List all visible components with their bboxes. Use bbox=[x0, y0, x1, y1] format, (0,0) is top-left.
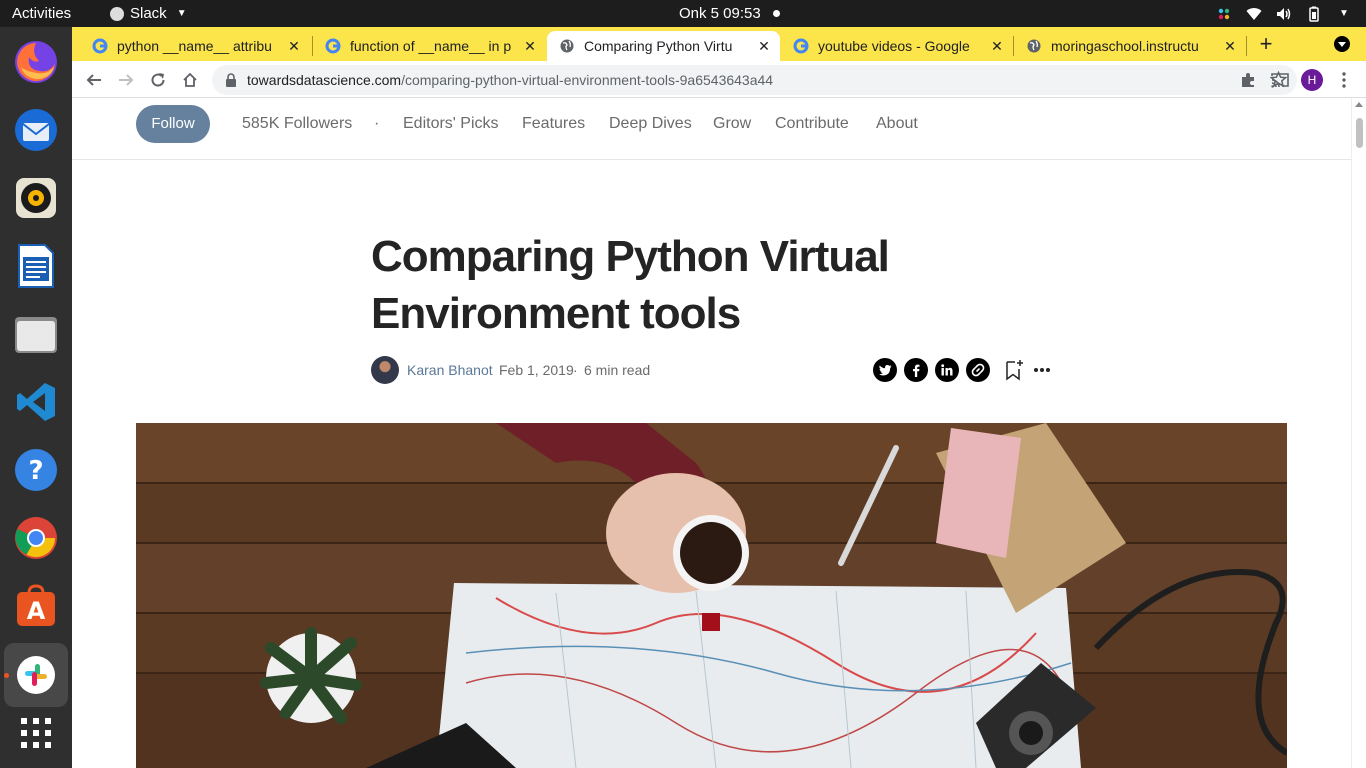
nav-link-features[interactable]: Features bbox=[522, 115, 585, 133]
svg-text:?: ? bbox=[28, 456, 43, 486]
tab-strip: python __name__ attribu ✕ function of __… bbox=[72, 27, 1366, 61]
system-tray[interactable]: ▼ bbox=[1216, 0, 1352, 27]
notification-dot bbox=[773, 10, 780, 17]
url-host: towardsdatascience.com bbox=[247, 72, 402, 88]
volume-icon[interactable] bbox=[1276, 6, 1292, 22]
reload-icon[interactable] bbox=[144, 66, 172, 94]
caret-down-icon: ▼ bbox=[176, 8, 187, 19]
slack-icon[interactable] bbox=[12, 651, 60, 699]
bookmark-add-icon[interactable] bbox=[1004, 358, 1024, 382]
app-menu-label: Slack bbox=[130, 5, 167, 22]
twitter-icon[interactable] bbox=[873, 358, 897, 382]
globe-favicon-icon bbox=[1027, 39, 1041, 53]
page-viewport: Follow 585K Followers · Editors' Picks F… bbox=[72, 98, 1366, 768]
running-indicator bbox=[4, 673, 9, 678]
tab-moringaschool[interactable]: moringaschool.instructu ✕ bbox=[1014, 31, 1246, 61]
tab-python-name-attribute[interactable]: python __name__ attribu ✕ bbox=[80, 31, 310, 61]
files-icon[interactable] bbox=[12, 310, 60, 358]
close-tab-icon[interactable]: ✕ bbox=[1222, 38, 1238, 55]
tab-title: youtube videos - Google bbox=[818, 38, 970, 54]
tab-title: moringaschool.instructu bbox=[1051, 38, 1199, 54]
rhythmbox-icon[interactable] bbox=[12, 174, 60, 222]
battery-icon[interactable] bbox=[1306, 6, 1322, 22]
extensions-icon[interactable] bbox=[1234, 66, 1262, 94]
link-icon[interactable] bbox=[966, 358, 990, 382]
more-options-icon[interactable] bbox=[1032, 358, 1052, 382]
facebook-icon[interactable] bbox=[904, 358, 928, 382]
google-favicon-icon bbox=[92, 38, 108, 54]
meta-separator: · bbox=[573, 362, 578, 378]
globe-favicon-icon bbox=[560, 39, 574, 53]
scrollbar-thumb[interactable] bbox=[1356, 118, 1363, 148]
post-date: Feb 1, 2019 bbox=[499, 362, 574, 378]
show-applications-icon[interactable] bbox=[12, 709, 60, 757]
chrome-icon[interactable] bbox=[12, 514, 60, 562]
address-bar[interactable]: towardsdatascience.com/comparing-python-… bbox=[212, 65, 1297, 95]
google-favicon-icon bbox=[325, 38, 341, 54]
publication-nav: Follow 585K Followers · Editors' Picks F… bbox=[72, 98, 1351, 160]
google-favicon-icon bbox=[793, 38, 809, 54]
activities-button[interactable]: Activities bbox=[12, 0, 71, 27]
clock[interactable]: Onk 5 09:53 bbox=[679, 0, 761, 27]
wifi-icon[interactable] bbox=[1246, 6, 1262, 22]
vertical-scrollbar[interactable] bbox=[1351, 98, 1366, 768]
forward-icon[interactable] bbox=[112, 66, 140, 94]
home-icon[interactable] bbox=[176, 66, 204, 94]
nav-link-about[interactable]: About bbox=[876, 115, 918, 133]
system-top-bar: Activities Slack ▼ Onk 5 09:53 ▼ bbox=[0, 0, 1366, 27]
libreoffice-writer-icon[interactable] bbox=[12, 242, 60, 290]
nav-link-editors-picks[interactable]: Editors' Picks bbox=[403, 115, 499, 133]
ubuntu-software-icon[interactable]: A bbox=[12, 582, 60, 630]
dock: ? A bbox=[0, 27, 72, 768]
vscode-icon[interactable] bbox=[12, 378, 60, 426]
article-title-line-2: Environment tools bbox=[371, 289, 741, 338]
tab-divider bbox=[1246, 36, 1247, 56]
thunderbird-icon[interactable] bbox=[12, 106, 60, 154]
nav-link-contribute[interactable]: Contribute bbox=[775, 115, 849, 133]
nav-link-grow[interactable]: Grow bbox=[713, 115, 751, 133]
back-icon[interactable] bbox=[80, 66, 108, 94]
hero-illustration bbox=[136, 423, 1287, 768]
firefox-icon[interactable] bbox=[12, 38, 60, 86]
author-avatar[interactable] bbox=[371, 356, 399, 384]
chrome-menu-icon[interactable] bbox=[1330, 66, 1358, 94]
browser-toolbar: towardsdatascience.com/comparing-python-… bbox=[72, 61, 1366, 98]
tab-title: function of __name__ in p bbox=[350, 38, 512, 54]
close-tab-icon[interactable]: ✕ bbox=[522, 38, 538, 55]
tab-comparing-python-virtual[interactable]: Comparing Python Virtu ✕ bbox=[547, 31, 780, 61]
tab-title: python __name__ attribu bbox=[117, 38, 272, 54]
slack-icon bbox=[110, 6, 124, 21]
scroll-up-arrow-icon[interactable] bbox=[1355, 102, 1363, 107]
close-tab-icon[interactable]: ✕ bbox=[756, 38, 772, 55]
linkedin-icon[interactable] bbox=[935, 358, 959, 382]
tab-title: Comparing Python Virtu bbox=[584, 38, 733, 54]
followers-count[interactable]: 585K Followers bbox=[242, 115, 352, 133]
nav-link-deep-dives[interactable]: Deep Dives bbox=[609, 115, 692, 133]
slack-tray-icon[interactable] bbox=[1216, 6, 1232, 22]
close-tab-icon[interactable]: ✕ bbox=[286, 38, 302, 55]
nav-separator: · bbox=[374, 115, 380, 132]
help-icon[interactable]: ? bbox=[12, 446, 60, 494]
article-title-line-1: Comparing Python Virtual bbox=[371, 232, 890, 281]
tab-youtube-videos[interactable]: youtube videos - Google ✕ bbox=[781, 31, 1013, 61]
follow-button[interactable]: Follow bbox=[136, 105, 210, 143]
url-path: /comparing-python-virtual-environment-to… bbox=[401, 72, 774, 88]
article-byline: Karan Bhanot Feb 1, 2019 · 6 min read bbox=[371, 355, 1061, 385]
profile-avatar[interactable]: H bbox=[1301, 69, 1323, 91]
lock-icon[interactable] bbox=[225, 73, 237, 87]
article-title: Comparing Python Virtual Environment too… bbox=[371, 228, 991, 342]
hero-image bbox=[136, 423, 1287, 768]
svg-text:A: A bbox=[27, 597, 46, 625]
close-tab-icon[interactable]: ✕ bbox=[989, 38, 1005, 55]
tab-search-icon[interactable] bbox=[1334, 36, 1350, 52]
cast-icon[interactable] bbox=[1266, 66, 1294, 94]
new-tab-button[interactable]: + bbox=[1252, 30, 1280, 58]
tab-function-of-name[interactable]: function of __name__ in p ✕ bbox=[313, 31, 546, 61]
author-name[interactable]: Karan Bhanot bbox=[407, 362, 493, 378]
read-time: 6 min read bbox=[584, 362, 651, 378]
power-menu-caret-icon[interactable]: ▼ bbox=[1336, 6, 1352, 22]
app-menu[interactable]: Slack ▼ bbox=[110, 0, 187, 27]
